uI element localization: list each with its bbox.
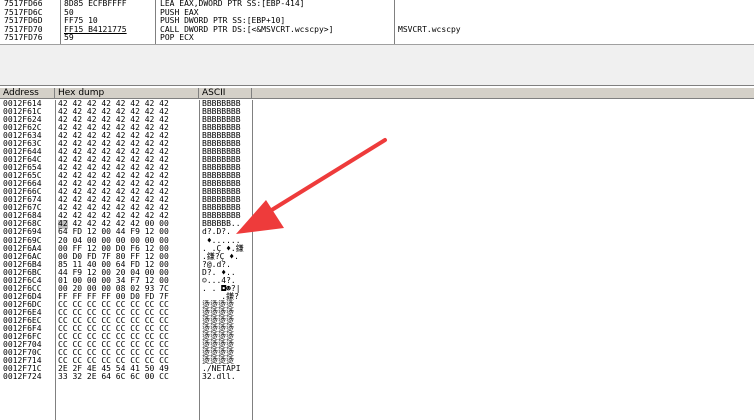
hex-dump-pane[interactable]: Address Hex dump ASCII 0012F614 42 42 42 … xyxy=(0,86,754,420)
info-pane xyxy=(0,44,754,86)
disasm-row[interactable]: 7517FD76 59 POP ECX xyxy=(0,33,754,43)
column-header-filler xyxy=(252,88,754,99)
disasm-address: 7517FD76 xyxy=(4,33,43,42)
dump-ascii: 32.dll. xyxy=(202,372,236,382)
dump-hex-bytes: 33 32 2E 64 6C 6C 00 CC xyxy=(58,372,169,382)
disasm-row[interactable]: 7517FD66 8D85 ECFBFFFF LEA EAX,DWORD PTR… xyxy=(0,0,754,9)
column-header-hex-dump[interactable]: Hex dump xyxy=(55,88,199,99)
dump-row[interactable]: 0012F724 33 32 2E 64 6C 6C 00 CC 32.dll. xyxy=(0,373,754,381)
disasm-row[interactable]: 7517FD6C 50 PUSH EAX xyxy=(0,8,754,18)
disasm-hex: 59 xyxy=(64,33,74,42)
disassembly-pane[interactable]: 7517FD66 8D85 ECFBFFFF LEA EAX,DWORD PTR… xyxy=(0,0,754,44)
disasm-comment: MSVCRT.wcscpy xyxy=(398,24,461,34)
column-header-ascii[interactable]: ASCII xyxy=(199,88,252,99)
disasm-instruction: POP ECX xyxy=(160,33,194,42)
disasm-row[interactable]: 7517FD70 FF15 B4121775 CALL DWORD PTR DS… xyxy=(0,24,754,35)
column-header-address[interactable]: Address xyxy=(0,88,55,99)
dump-rows[interactable]: 0012F614 42 42 42 42 42 42 42 42 BBBBBBBB 0… xyxy=(0,100,754,420)
dump-address: 0012F724 xyxy=(3,372,42,382)
